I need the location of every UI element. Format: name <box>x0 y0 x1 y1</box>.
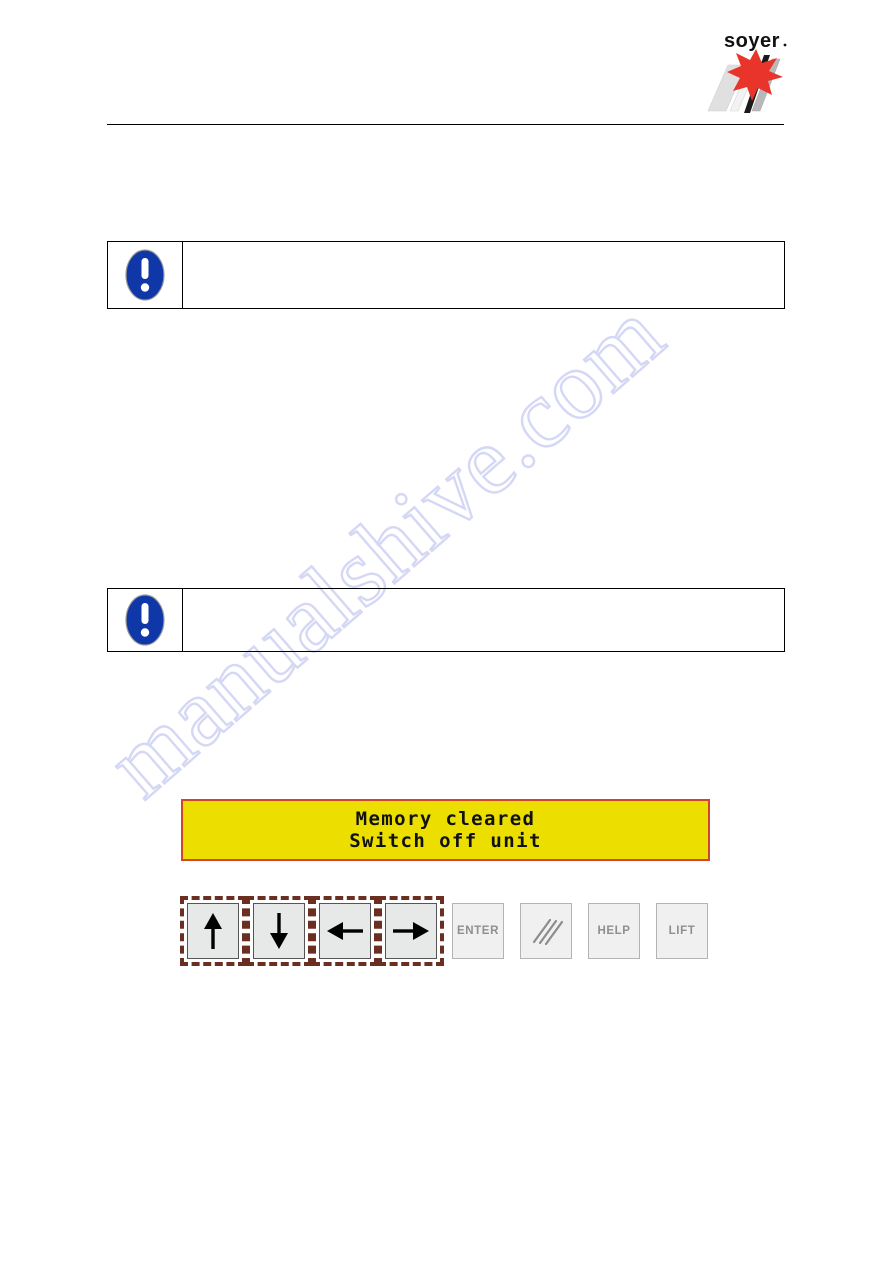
lcd-display: Memory cleared Switch off unit <box>181 799 710 861</box>
notice-box-2 <box>107 588 785 652</box>
key-help[interactable]: HELP <box>588 903 640 959</box>
arrow-left-icon <box>327 922 363 940</box>
key-left[interactable] <box>319 903 371 959</box>
arrow-down-icon <box>270 913 288 949</box>
key-enter[interactable]: ENTER <box>452 903 504 959</box>
header-rule <box>107 124 784 125</box>
key-weld[interactable] <box>520 903 572 959</box>
page-header: soyer <box>0 0 893 140</box>
notice-text-1 <box>183 242 784 308</box>
soyer-logo: soyer <box>700 27 792 115</box>
key-help-label: HELP <box>597 925 631 937</box>
lcd-line-1: Memory cleared <box>355 807 536 830</box>
arrow-up-icon <box>204 913 222 949</box>
notice-icon-cell <box>108 242 183 308</box>
key-down[interactable] <box>253 903 305 959</box>
key-lift-label: LIFT <box>668 925 696 937</box>
notice-box-1 <box>107 241 785 309</box>
logo-wordmark: soyer <box>724 30 780 52</box>
lcd-line-2: Switch off unit <box>349 830 542 852</box>
notice-text-2 <box>183 589 784 651</box>
watermark-text: manualshive.com <box>86 278 684 818</box>
arrow-right-icon <box>393 922 429 940</box>
weld-lines-icon <box>532 918 563 946</box>
keypad: ENTER HELP LIFT <box>170 896 722 974</box>
key-right[interactable] <box>385 903 437 959</box>
info-exclamation-icon <box>125 249 165 301</box>
notice-icon-cell <box>108 589 183 651</box>
info-exclamation-icon <box>125 594 165 646</box>
key-up[interactable] <box>187 903 239 959</box>
key-enter-label: ENTER <box>457 925 499 937</box>
key-lift[interactable]: LIFT <box>656 903 708 959</box>
